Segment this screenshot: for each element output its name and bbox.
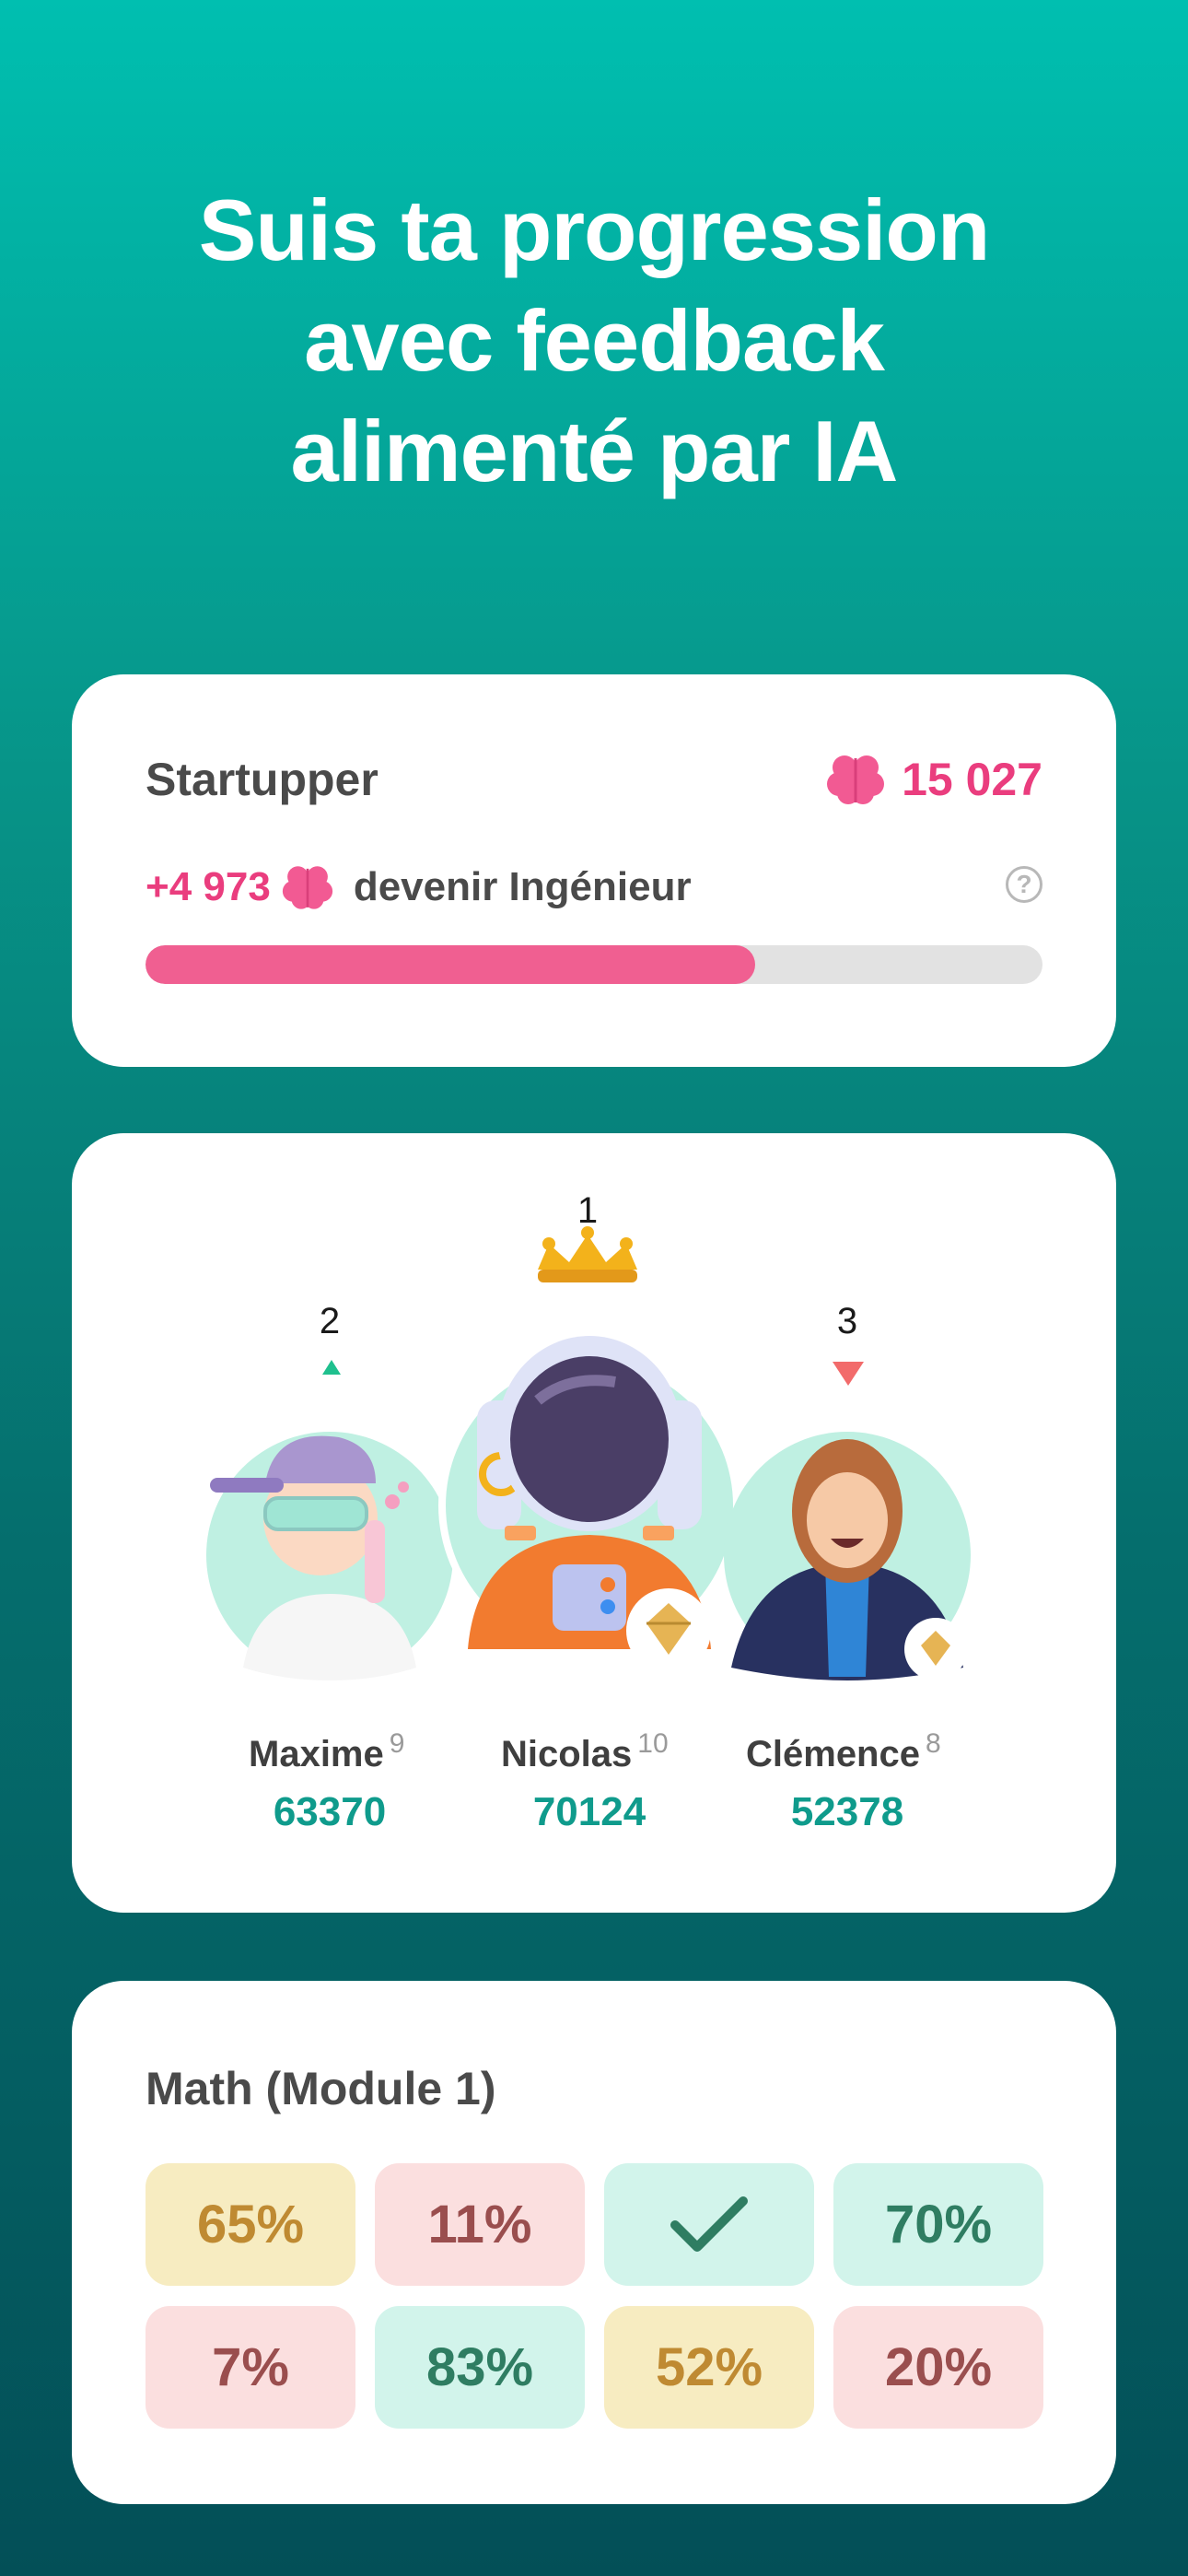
headline-line-2: avec feedback — [304, 292, 885, 389]
result-tile[interactable]: 83% — [375, 2306, 585, 2429]
result-tile[interactable]: 20% — [833, 2306, 1043, 2429]
result-tile[interactable]: 70% — [833, 2163, 1043, 2286]
astronaut-avatar — [438, 1336, 740, 1673]
crown-icon — [538, 1226, 637, 1282]
player-level: 8 — [925, 1728, 941, 1759]
scientist-avatar — [206, 1432, 453, 1680]
rank-number-1: 1 — [577, 1190, 599, 1231]
player-name-maxime[interactable]: Maxime 9 — [249, 1728, 404, 1775]
headline-line-1: Suis ta progression — [198, 181, 991, 278]
headline-line-3: alimenté par IA — [290, 403, 899, 499]
level-progress-bar — [146, 945, 1042, 984]
woman-avatar — [724, 1432, 971, 1680]
result-tile[interactable]: 11% — [375, 2163, 585, 2286]
player-score-maxime: 63370 — [273, 1789, 387, 1834]
brain-icon — [827, 755, 885, 804]
rank-number-2: 2 — [319, 1301, 341, 1341]
check-icon — [670, 2195, 748, 2252]
level-progress-fill — [146, 945, 756, 984]
points-needed: +4 973 — [146, 864, 271, 909]
player-score-nicolas: 70124 — [532, 1789, 646, 1834]
player-score-clemence: 52378 — [790, 1789, 904, 1834]
leaderboard-card: 2 1 3 Maxime 9 Nicolas 10 Clémence 8 63370 … — [72, 1133, 1116, 1913]
headline: Suis ta progression avec feedback alimen… — [0, 175, 1188, 507]
player-level: 10 — [637, 1728, 669, 1759]
module-results-card: Math (Module 1) 65% 11% 70% 7% 83% 52% 2… — [72, 1981, 1116, 2504]
points-total: 15 027 — [826, 753, 1042, 806]
next-level-row: +4 973 devenir Ingénieur — [146, 863, 692, 911]
level-progress-card: Startupper 15 027 +4 973 devenir Ingénie… — [72, 674, 1116, 1067]
player-name: Nicolas — [501, 1734, 633, 1774]
result-tile[interactable]: 52% — [604, 2306, 814, 2429]
player-name-clemence[interactable]: Clémence 8 — [746, 1728, 941, 1775]
next-level-label: devenir Ingénieur — [353, 864, 692, 909]
results-grid: 65% 11% 70% 7% 83% 52% 20% — [146, 2163, 1044, 2429]
player-level: 9 — [389, 1728, 405, 1759]
points-value: 15 027 — [902, 754, 1042, 805]
rank-down-icon — [833, 1362, 864, 1386]
result-tile[interactable]: 65% — [146, 2163, 355, 2286]
result-tile-completed[interactable] — [604, 2163, 814, 2286]
brain-icon — [282, 866, 332, 909]
help-icon[interactable]: ? — [1006, 866, 1042, 903]
player-name: Clémence — [746, 1734, 920, 1774]
player-name: Maxime — [249, 1734, 384, 1774]
rank-up-icon — [322, 1360, 341, 1375]
module-title: Math (Module 1) — [146, 2063, 496, 2114]
rank-number-3: 3 — [836, 1301, 858, 1341]
result-tile[interactable]: 7% — [146, 2306, 355, 2429]
rank-title: Startupper — [146, 754, 379, 805]
player-name-nicolas[interactable]: Nicolas 10 — [501, 1728, 669, 1775]
